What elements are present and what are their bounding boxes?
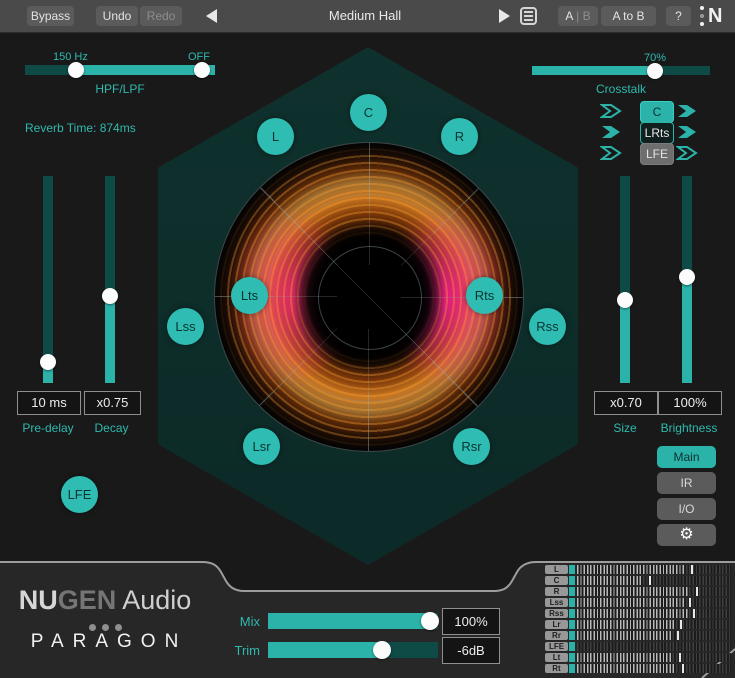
puck-rss[interactable]: Rss bbox=[529, 308, 566, 345]
ab-b-label: B bbox=[583, 9, 591, 23]
puck-lfe[interactable]: LFE bbox=[61, 476, 98, 513]
redo-button[interactable]: Redo bbox=[140, 6, 182, 26]
crosstalk-slider[interactable] bbox=[532, 66, 710, 75]
decay-handle[interactable] bbox=[102, 288, 118, 304]
gear-icon: ⚙ bbox=[679, 526, 693, 543]
mix-value[interactable]: 100% bbox=[442, 608, 500, 635]
puck-rsr[interactable]: Rsr bbox=[453, 428, 490, 465]
mix-handle[interactable] bbox=[421, 612, 439, 630]
previous-preset-icon[interactable] bbox=[206, 9, 217, 23]
meter-chip: Rt bbox=[545, 664, 568, 673]
settings-button[interactable]: ⚙ bbox=[657, 524, 716, 546]
pre-delay-handle[interactable] bbox=[40, 354, 56, 370]
product-name: PARAGON bbox=[0, 631, 218, 653]
size-value[interactable]: x0.70 bbox=[594, 391, 658, 415]
trim-handle[interactable] bbox=[373, 641, 391, 659]
puck-c[interactable]: C bbox=[350, 94, 387, 131]
size-label: Size bbox=[594, 421, 656, 435]
route-out-c-icon[interactable] bbox=[676, 103, 700, 119]
meter-chip: Lr bbox=[545, 620, 568, 629]
top-toolbar: Bypass Undo Redo Medium Hall A | B A to … bbox=[0, 0, 735, 33]
ab-compare-button[interactable]: A | B bbox=[558, 6, 598, 26]
decay-fill bbox=[105, 296, 115, 383]
trim-slider[interactable] bbox=[268, 642, 438, 658]
hpf-handle[interactable] bbox=[68, 62, 84, 78]
preset-menu-icon[interactable] bbox=[520, 7, 537, 25]
help-button[interactable]: ? bbox=[666, 6, 691, 26]
meter-chip: Lss bbox=[545, 598, 568, 607]
mix-fill bbox=[268, 613, 430, 629]
mix-label: Mix bbox=[220, 614, 260, 629]
tab-main[interactable]: Main bbox=[657, 446, 716, 468]
puck-lsr[interactable]: Lsr bbox=[243, 428, 280, 465]
crosstalk-label: Crosstalk bbox=[532, 82, 710, 96]
route-in-lrts-icon[interactable] bbox=[600, 124, 624, 140]
mix-slider[interactable] bbox=[268, 613, 438, 629]
meter-chip: R bbox=[545, 587, 568, 596]
crosstalk-fill bbox=[532, 66, 655, 75]
hpf-lpf-label: HPF/LPF bbox=[25, 82, 215, 96]
reverb-time-readout: Reverb Time: 874ms bbox=[25, 121, 136, 135]
brightness-handle[interactable] bbox=[679, 269, 695, 285]
route-in-lfe-icon[interactable] bbox=[600, 145, 624, 161]
puck-lss[interactable]: Lss bbox=[167, 308, 204, 345]
brightness-label: Brightness bbox=[652, 421, 726, 435]
pre-delay-label: Pre-delay bbox=[17, 421, 79, 435]
meter-chip: LFE bbox=[545, 642, 568, 651]
meter-chip: C bbox=[545, 576, 568, 585]
trim-label: Trim bbox=[220, 643, 260, 658]
bypass-button[interactable]: Bypass bbox=[27, 6, 74, 26]
brightness-value[interactable]: 100% bbox=[658, 391, 722, 415]
hpf-value: 150 Hz bbox=[53, 51, 88, 63]
meter-chip: Rss bbox=[545, 609, 568, 618]
route-out-lfe-icon[interactable] bbox=[676, 145, 700, 161]
decay-label: Decay bbox=[84, 421, 139, 435]
trim-fill bbox=[268, 642, 382, 658]
pre-delay-value[interactable]: 10 ms bbox=[17, 391, 81, 415]
puck-l[interactable]: L bbox=[257, 118, 294, 155]
puck-rts[interactable]: Rts bbox=[466, 277, 503, 314]
next-preset-icon[interactable] bbox=[499, 9, 510, 23]
tab-io[interactable]: I/O bbox=[657, 498, 716, 520]
meter-chip: Lt bbox=[545, 653, 568, 662]
ab-a-label: A bbox=[565, 9, 572, 23]
nugen-logo: N bbox=[700, 4, 732, 29]
paragon-plugin-window: Bypass Undo Redo Medium Hall A | B A to … bbox=[0, 0, 735, 678]
brightness-fill bbox=[682, 277, 692, 383]
brightness-slider[interactable] bbox=[682, 176, 692, 383]
decay-value[interactable]: x0.75 bbox=[84, 391, 141, 415]
size-slider[interactable] bbox=[620, 176, 630, 383]
route-c-button[interactable]: C bbox=[640, 101, 674, 123]
a-to-b-button[interactable]: A to B bbox=[601, 6, 656, 26]
crosstalk-handle[interactable] bbox=[647, 63, 663, 79]
size-fill bbox=[620, 300, 630, 383]
route-lfe-button[interactable]: LFE bbox=[640, 143, 674, 165]
preset-name[interactable]: Medium Hall bbox=[240, 0, 490, 32]
puck-lts[interactable]: Lts bbox=[231, 277, 268, 314]
meter-chip: L bbox=[545, 565, 568, 574]
meter-chip: Rr bbox=[545, 631, 568, 640]
decay-slider[interactable] bbox=[105, 176, 115, 383]
tab-ir[interactable]: IR bbox=[657, 472, 716, 494]
trim-value[interactable]: -6dB bbox=[442, 637, 500, 664]
puck-r[interactable]: R bbox=[441, 118, 478, 155]
hpf-lpf-slider[interactable] bbox=[25, 65, 215, 75]
route-in-c-icon[interactable] bbox=[600, 103, 624, 119]
pre-delay-slider[interactable] bbox=[43, 176, 53, 383]
lpf-handle[interactable] bbox=[194, 62, 210, 78]
size-handle[interactable] bbox=[617, 292, 633, 308]
route-lrts-button[interactable]: LRts bbox=[640, 122, 674, 144]
undo-button[interactable]: Undo bbox=[96, 6, 138, 26]
route-out-lrts-icon[interactable] bbox=[676, 124, 700, 140]
brand-wordmark: NUGEN Audio bbox=[0, 585, 210, 616]
